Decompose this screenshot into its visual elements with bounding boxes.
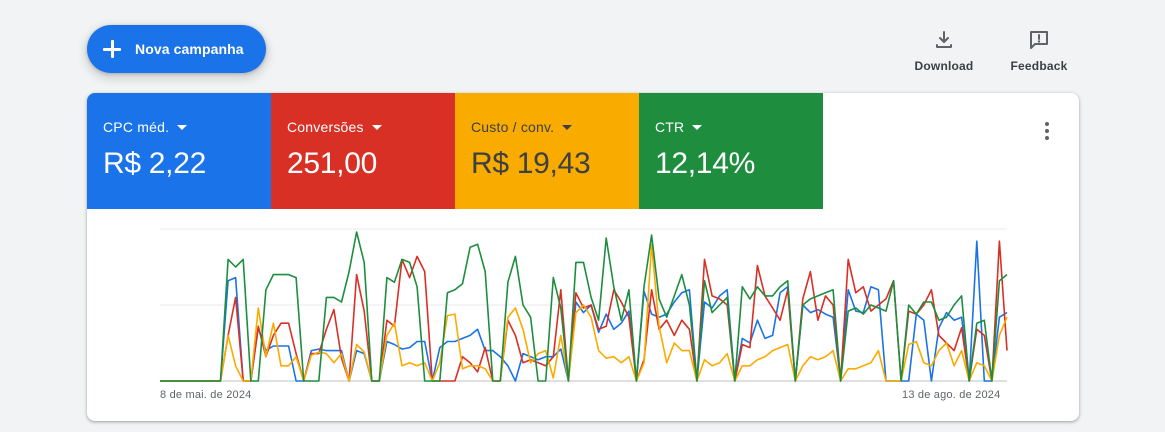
new-campaign-label: Nova campanha [135,41,244,57]
download-label: Download [914,59,974,73]
caret-down-icon [371,125,382,130]
metric-tile-cpc[interactable]: CPC méd. R$ 2,22 [87,93,271,209]
feedback-button[interactable]: Feedback [1004,28,1074,73]
metric-value: 251,00 [287,147,377,180]
download-button[interactable]: Download [908,28,980,73]
metric-label-text: Custo / conv. [471,119,555,135]
caret-down-icon [562,125,573,130]
x-axis-start-label: 8 de mai. de 2024 [160,389,252,401]
metric-label-text: CPC méd. [103,119,170,135]
metric-tile-conversions[interactable]: Conversões 251,00 [271,93,455,209]
metric-label: CPC méd. [103,119,271,135]
metric-label: Custo / conv. [471,119,639,135]
feedback-label: Feedback [1010,59,1068,73]
more-options-icon[interactable] [1035,119,1059,143]
download-icon [936,31,952,48]
performance-card: CPC méd. R$ 2,22 Conversões 251,00 Custo… [87,93,1079,421]
metric-value: R$ 19,43 [471,147,591,180]
caret-down-icon [692,125,703,130]
metric-label: Conversões [287,119,455,135]
metric-value: 12,14% [655,147,755,180]
plus-icon [103,40,121,58]
caret-down-icon [177,125,188,130]
metric-tiles: CPC méd. R$ 2,22 Conversões 251,00 Custo… [87,93,823,209]
metric-label-text: CTR [655,119,685,135]
feedback-icon [1030,31,1048,49]
x-axis-end-label: 13 de ago. de 2024 [902,389,1001,401]
metric-label: CTR [655,119,823,135]
metric-tile-cost-per-conv[interactable]: Custo / conv. R$ 19,43 [455,93,639,209]
metric-label-text: Conversões [287,119,364,135]
new-campaign-button[interactable]: Nova campanha [87,25,266,73]
metric-value: R$ 2,22 [103,147,206,180]
metric-tile-ctr[interactable]: CTR 12,14% [639,93,823,209]
